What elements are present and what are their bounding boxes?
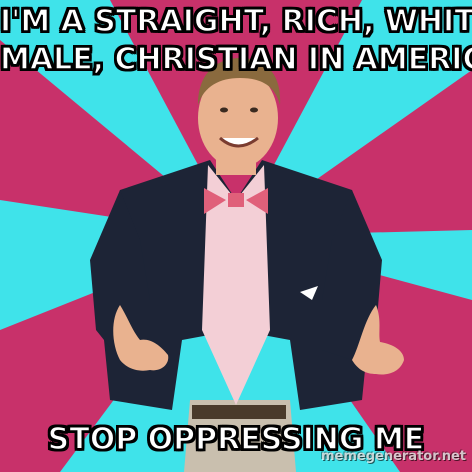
top-caption-line-1: I'M A STRAIGHT, RICH, WHITE, xyxy=(0,3,472,40)
bowtie-knot xyxy=(228,193,244,207)
right-eye xyxy=(250,107,258,113)
left-eye xyxy=(220,107,228,113)
watermark: memegenerator.net xyxy=(320,449,466,464)
meme-image: I'M A STRAIGHT, RICH, WHITE, MALE, CHRIS… xyxy=(0,0,472,472)
top-caption-line-2: MALE, CHRISTIAN IN AMERICA xyxy=(0,41,472,78)
belt xyxy=(192,405,286,419)
